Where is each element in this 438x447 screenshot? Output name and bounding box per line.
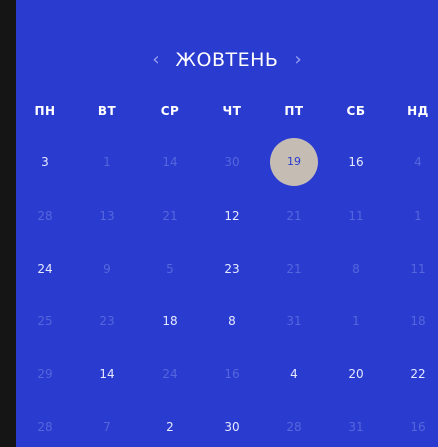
day-cell[interactable]: 14: [152, 152, 188, 172]
day-grid: 3 1 14 30 19 16 4 28 13 21 12 21 11 1 24 9 5 23 21 8 11 25 23 1…: [16, 0, 438, 447]
day-cell[interactable]: 1: [338, 311, 374, 331]
day-cell[interactable]: 18: [152, 311, 188, 331]
left-edge-strip: [0, 0, 16, 447]
day-cell[interactable]: 28: [27, 417, 63, 437]
day-cell[interactable]: 22: [400, 364, 436, 384]
day-cell[interactable]: 21: [276, 206, 312, 226]
day-cell[interactable]: 18: [400, 311, 436, 331]
day-cell[interactable]: 4: [400, 152, 436, 172]
day-cell[interactable]: 28: [276, 417, 312, 437]
day-cell[interactable]: 16: [338, 152, 374, 172]
day-cell[interactable]: 21: [276, 259, 312, 279]
day-cell[interactable]: 23: [214, 259, 250, 279]
day-cell[interactable]: 8: [214, 311, 250, 331]
day-cell[interactable]: 1: [89, 152, 125, 172]
day-cell[interactable]: 24: [27, 259, 63, 279]
day-cell[interactable]: 2: [152, 417, 188, 437]
day-cell[interactable]: 14: [89, 364, 125, 384]
day-cell[interactable]: 4: [276, 364, 312, 384]
calendar-panel: ‹ жовтень › ПН ВТ СР ЧТ ПТ СБ НД 3 1 14 30 1…: [16, 0, 438, 447]
day-cell[interactable]: 12: [214, 206, 250, 226]
day-cell[interactable]: 30: [214, 152, 250, 172]
day-cell[interactable]: 16: [214, 364, 250, 384]
day-cell[interactable]: 9: [89, 259, 125, 279]
day-cell[interactable]: 8: [338, 259, 374, 279]
day-cell[interactable]: 1: [400, 206, 436, 226]
day-cell[interactable]: 31: [276, 311, 312, 331]
day-cell[interactable]: 30: [214, 417, 250, 437]
day-cell[interactable]: 25: [27, 311, 63, 331]
day-cell[interactable]: 23: [89, 311, 125, 331]
day-cell[interactable]: 24: [152, 364, 188, 384]
day-cell[interactable]: 16: [400, 417, 436, 437]
day-cell[interactable]: 3: [27, 152, 63, 172]
day-cell[interactable]: 7: [89, 417, 125, 437]
day-cell[interactable]: 29: [27, 364, 63, 384]
day-cell[interactable]: 21: [152, 206, 188, 226]
day-cell[interactable]: 28: [27, 206, 63, 226]
day-cell[interactable]: 31: [338, 417, 374, 437]
day-cell[interactable]: 13: [89, 206, 125, 226]
day-cell[interactable]: 5: [152, 259, 188, 279]
day-cell[interactable]: 11: [400, 259, 436, 279]
day-cell[interactable]: 20: [338, 364, 374, 384]
selected-day-cell[interactable]: 19: [270, 138, 318, 186]
day-cell[interactable]: 11: [338, 206, 374, 226]
